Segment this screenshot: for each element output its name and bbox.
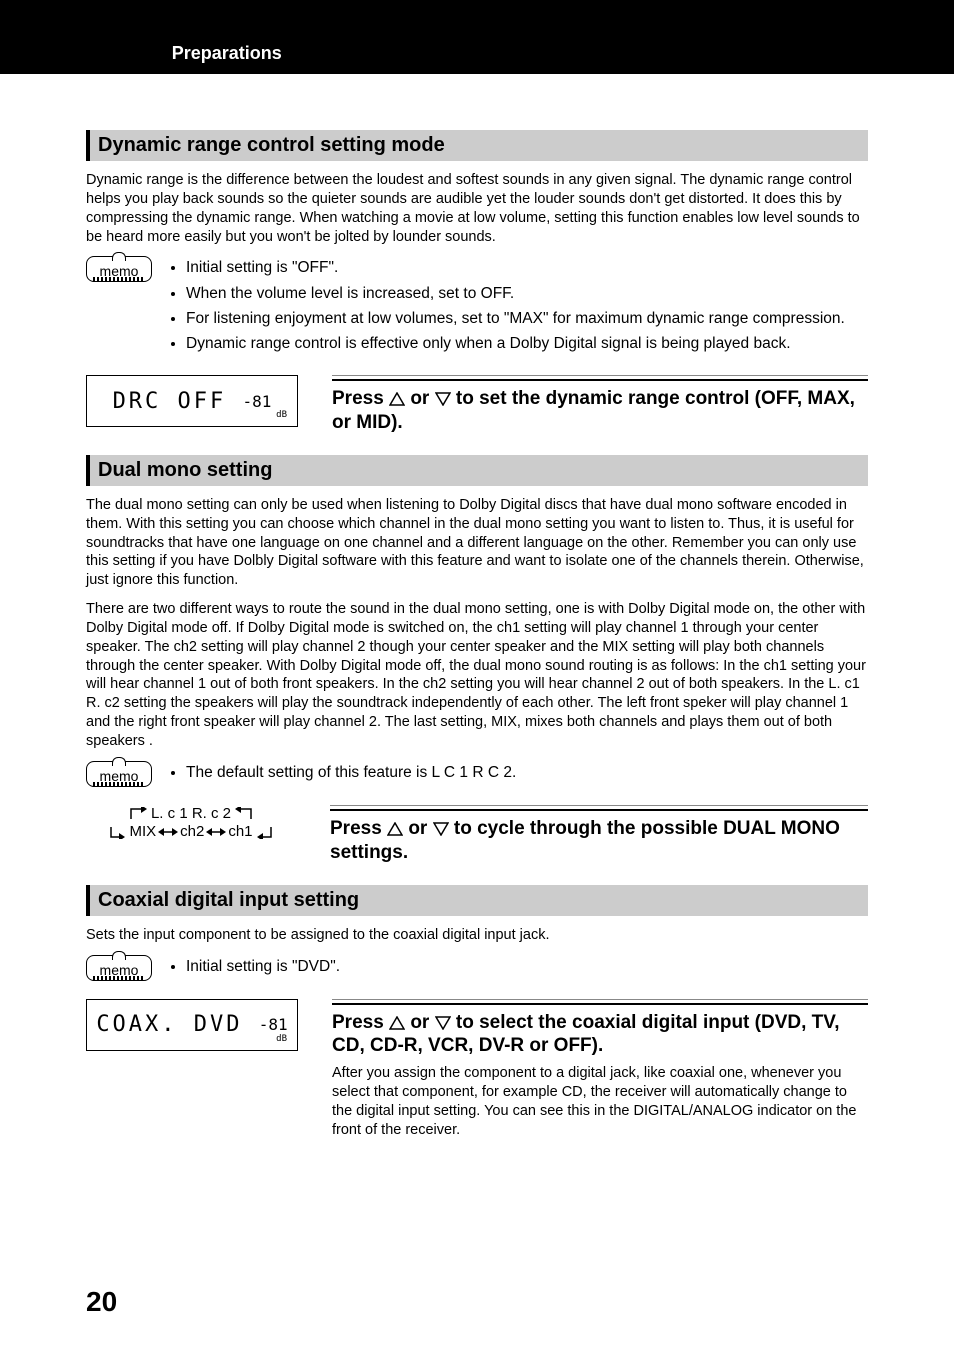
triangle-down-icon	[435, 392, 451, 406]
double-arrow-icon	[158, 827, 178, 837]
display-level: -81	[259, 1015, 288, 1034]
display-main-text: DRC OFF	[113, 389, 227, 414]
dual-heading: Dual mono setting	[86, 455, 868, 486]
coax-body: Sets the input component to be assigned …	[86, 926, 868, 945]
coax-memo-list: Initial setting is "DVD".	[166, 955, 340, 980]
coax-instruction-text: Press or to select the coaxial digital i…	[332, 999, 868, 1140]
dual-body1: The dual mono setting can only be used w…	[86, 496, 868, 590]
display-db-label: dB	[276, 410, 287, 420]
list-item: The default setting of this feature is L…	[186, 761, 516, 784]
triangle-up-icon	[387, 822, 403, 836]
display-level: -81	[243, 392, 272, 411]
drc-instruction-main: Press or to set the dynamic range contro…	[332, 387, 868, 435]
coax-display: COAX. DVD -81 dB	[86, 999, 298, 1051]
page-content: Dynamic range control setting mode Dynam…	[0, 74, 954, 1140]
triangle-up-icon	[389, 392, 405, 406]
triangle-down-icon	[433, 822, 449, 836]
cycle-top: L. c 1 R. c 2	[151, 805, 231, 823]
memo-icon: memo	[86, 955, 152, 981]
triangle-up-icon	[389, 1016, 405, 1030]
coax-heading: Coaxial digital input setting	[86, 885, 868, 916]
list-item: Initial setting is "OFF".	[186, 256, 845, 279]
dual-instruction-main: Press or to cycle through the possible D…	[330, 817, 868, 865]
coax-after-text: After you assign the component to a digi…	[332, 1064, 868, 1139]
coax-instruction-block: COAX. DVD -81 dB Press or to select the …	[86, 999, 868, 1140]
corner-arrow-icon	[255, 825, 273, 839]
cycle-b1: MIX	[129, 823, 156, 841]
corner-arrow-icon	[109, 825, 127, 839]
memo-icon: memo	[86, 761, 152, 787]
display-main-text: COAX. DVD	[96, 1012, 242, 1037]
text-fragment: Press	[330, 818, 387, 839]
text-fragment: or	[405, 1012, 435, 1033]
dual-cycle-diagram: L. c 1 R. c 2 MIX ch2 ch1	[86, 805, 296, 865]
dual-body2: There are two different ways to route th…	[86, 600, 868, 751]
rule-line	[332, 999, 868, 1005]
manual-page: Preparations Dynamic range control setti…	[0, 0, 954, 1348]
dual-memo-list: The default setting of this feature is L…	[166, 761, 516, 786]
triangle-down-icon	[435, 1016, 451, 1030]
coax-instruction-main: Press or to select the coaxial digital i…	[332, 1011, 868, 1059]
dual-instruction-block: L. c 1 R. c 2 MIX ch2 ch1 Press or to cy…	[86, 805, 868, 865]
corner-arrow-icon	[129, 807, 149, 821]
dual-memo-row: memo The default setting of this feature…	[86, 761, 868, 787]
cycle-b2: ch2	[180, 823, 204, 841]
double-arrow-icon	[206, 827, 226, 837]
list-item: Initial setting is "DVD".	[186, 955, 340, 978]
text-fragment: or	[403, 818, 433, 839]
drc-memo-row: memo Initial setting is "OFF". When the …	[86, 256, 868, 357]
dual-instruction-text: Press or to cycle through the possible D…	[330, 805, 868, 865]
text-fragment: Press	[332, 388, 389, 409]
corner-arrow-icon	[233, 807, 253, 821]
rule-line	[332, 375, 868, 381]
display-db-label: dB	[276, 1034, 287, 1044]
coax-memo-row: memo Initial setting is "DVD".	[86, 955, 868, 981]
list-item: Dynamic range control is effective only …	[186, 332, 845, 355]
memo-icon: memo	[86, 256, 152, 282]
text-fragment: or	[405, 388, 435, 409]
drc-display: DRC OFF -81 dB	[86, 375, 298, 427]
text-fragment: Press	[332, 1012, 389, 1033]
list-item: When the volume level is increased, set …	[186, 282, 845, 305]
drc-memo-list: Initial setting is "OFF". When the volum…	[166, 256, 845, 357]
rule-line	[330, 805, 868, 811]
header-bar: Preparations	[0, 0, 954, 74]
drc-heading: Dynamic range control setting mode	[86, 130, 868, 161]
drc-instruction-block: DRC OFF -81 dB Press or to set the dynam…	[86, 375, 868, 435]
cycle-b3: ch1	[228, 823, 252, 841]
list-item: For listening enjoyment at low volumes, …	[186, 307, 845, 330]
header-tab-title: Preparations	[172, 43, 282, 64]
drc-body: Dynamic range is the difference between …	[86, 171, 868, 246]
page-number: 20	[86, 1286, 117, 1318]
drc-instruction-text: Press or to set the dynamic range contro…	[332, 375, 868, 435]
